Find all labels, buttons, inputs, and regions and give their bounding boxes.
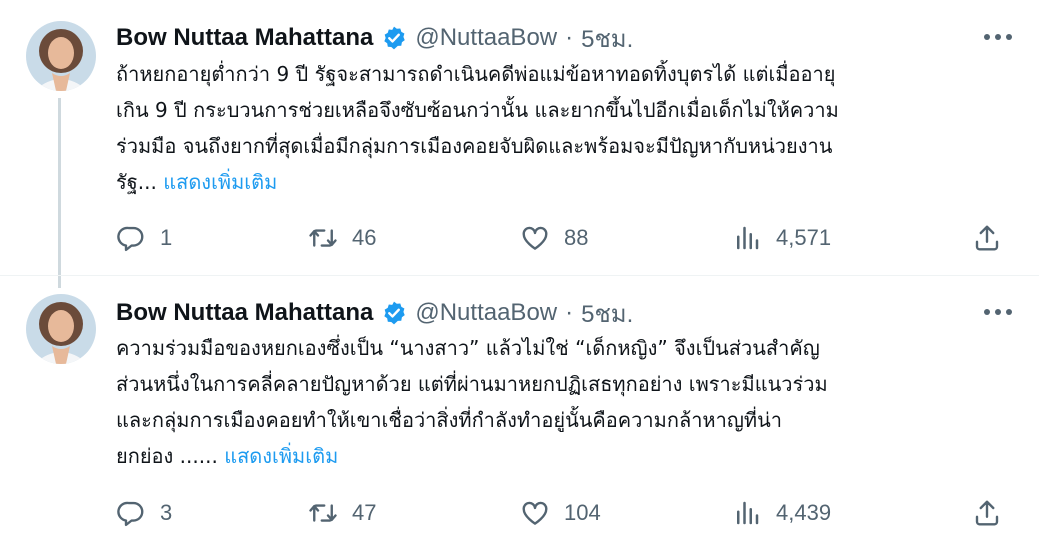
tweet-text-fragment: รัฐ...	[116, 170, 157, 194]
repost-count: 47	[352, 500, 377, 525]
tweet-text-line: ยกย่อง ...... แสดงเพิ่มเติม	[116, 438, 1016, 474]
author-name[interactable]: Bow Nuttaa Mahattana	[116, 24, 373, 52]
action-bar: 1 46 88 4,571	[116, 218, 1016, 258]
thread-connector-line	[58, 98, 61, 288]
repost-button[interactable]: 46	[308, 218, 376, 258]
tweet-header: Bow Nuttaa Mahattana @NuttaaBow · 5ชม.	[116, 298, 633, 328]
author-handle[interactable]: @NuttaaBow	[415, 299, 557, 327]
like-count: 88	[564, 225, 589, 250]
show-more-link[interactable]: แสดงเพิ่มเติม	[224, 444, 338, 468]
reply-count: 1	[160, 225, 173, 250]
separator-dot: ·	[565, 299, 574, 326]
views-button[interactable]: 4,439	[732, 493, 831, 533]
repost-button[interactable]: 47	[308, 493, 376, 533]
tweet-divider	[0, 275, 1039, 276]
share-icon	[975, 225, 999, 251]
tweet-text: ถ้าหยกอายุต่ำกว่า 9 ปี รัฐจะสามารถดำเนิน…	[116, 56, 1016, 200]
post-timestamp[interactable]: 5ชม.	[581, 294, 633, 333]
tweet-header: Bow Nuttaa Mahattana @NuttaaBow · 5ชม.	[116, 23, 633, 53]
share-icon	[975, 500, 999, 526]
repost-icon	[309, 229, 337, 247]
verified-badge-icon	[381, 300, 407, 326]
avatar[interactable]	[26, 21, 96, 91]
share-button[interactable]	[972, 493, 1002, 533]
avatar[interactable]	[26, 294, 96, 364]
like-button[interactable]: 88	[520, 218, 588, 258]
show-more-link[interactable]: แสดงเพิ่มเติม	[163, 170, 277, 194]
reply-icon	[117, 226, 144, 252]
separator-dot: ·	[565, 24, 574, 51]
tweet-text-line: และกลุ่มการเมืองคอยทำให้เขาเชื่อว่าสิ่งท…	[116, 408, 782, 432]
reply-button[interactable]: 1	[116, 218, 172, 258]
heart-icon	[522, 501, 548, 525]
tweet-text: ความร่วมมือของหยกเองซึ่งเป็น “นางสาว” แล…	[116, 330, 1016, 474]
tweet-text-line: ความร่วมมือของหยกเองซึ่งเป็น “นางสาว” แล…	[116, 336, 820, 360]
share-button[interactable]	[972, 218, 1002, 258]
tweet[interactable]: Bow Nuttaa Mahattana @NuttaaBow · 5ชม. ถ…	[0, 0, 1039, 288]
reply-icon	[117, 501, 144, 527]
tweet-text-line: เกิน 9 ปี กระบวนการช่วยเหลือจึงซับซ้อนกว…	[116, 98, 839, 122]
tweet-text-line: ส่วนหนึ่งในการคลี่คลายปัญหาด้วย แต่ที่ผ่…	[116, 372, 828, 396]
views-button[interactable]: 4,571	[732, 218, 831, 258]
more-dots-icon	[984, 309, 1012, 315]
view-count: 4,439	[776, 500, 832, 525]
author-name[interactable]: Bow Nuttaa Mahattana	[116, 299, 373, 327]
like-count: 104	[564, 500, 601, 525]
more-options-button[interactable]	[978, 297, 1018, 327]
more-dots-icon	[984, 34, 1012, 40]
author-handle[interactable]: @NuttaaBow	[415, 24, 557, 52]
tweet[interactable]: Bow Nuttaa Mahattana @NuttaaBow · 5ชม. ค…	[0, 277, 1039, 552]
tweet-text-fragment: ยกย่อง ......	[116, 444, 218, 468]
heart-icon	[522, 226, 548, 250]
view-count: 4,571	[776, 225, 832, 250]
like-button[interactable]: 104	[520, 493, 601, 533]
views-chart-icon	[737, 226, 759, 250]
verified-badge-icon	[381, 25, 407, 51]
views-chart-icon	[737, 501, 759, 525]
reply-count: 3	[160, 500, 173, 525]
more-options-button[interactable]	[978, 22, 1018, 52]
tweet-text-line: ถ้าหยกอายุต่ำกว่า 9 ปี รัฐจะสามารถดำเนิน…	[116, 62, 836, 86]
repost-count: 46	[352, 225, 377, 250]
repost-icon	[309, 504, 337, 522]
tweet-text-line: ร่วมมือ จนถึงยากที่สุดเมื่อมีกลุ่มการเมื…	[116, 134, 833, 158]
reply-button[interactable]: 3	[116, 493, 172, 533]
post-timestamp[interactable]: 5ชม.	[581, 19, 633, 58]
tweet-text-line: รัฐ... แสดงเพิ่มเติม	[116, 164, 1016, 200]
action-bar: 3 47 104 4,439	[116, 493, 1016, 533]
